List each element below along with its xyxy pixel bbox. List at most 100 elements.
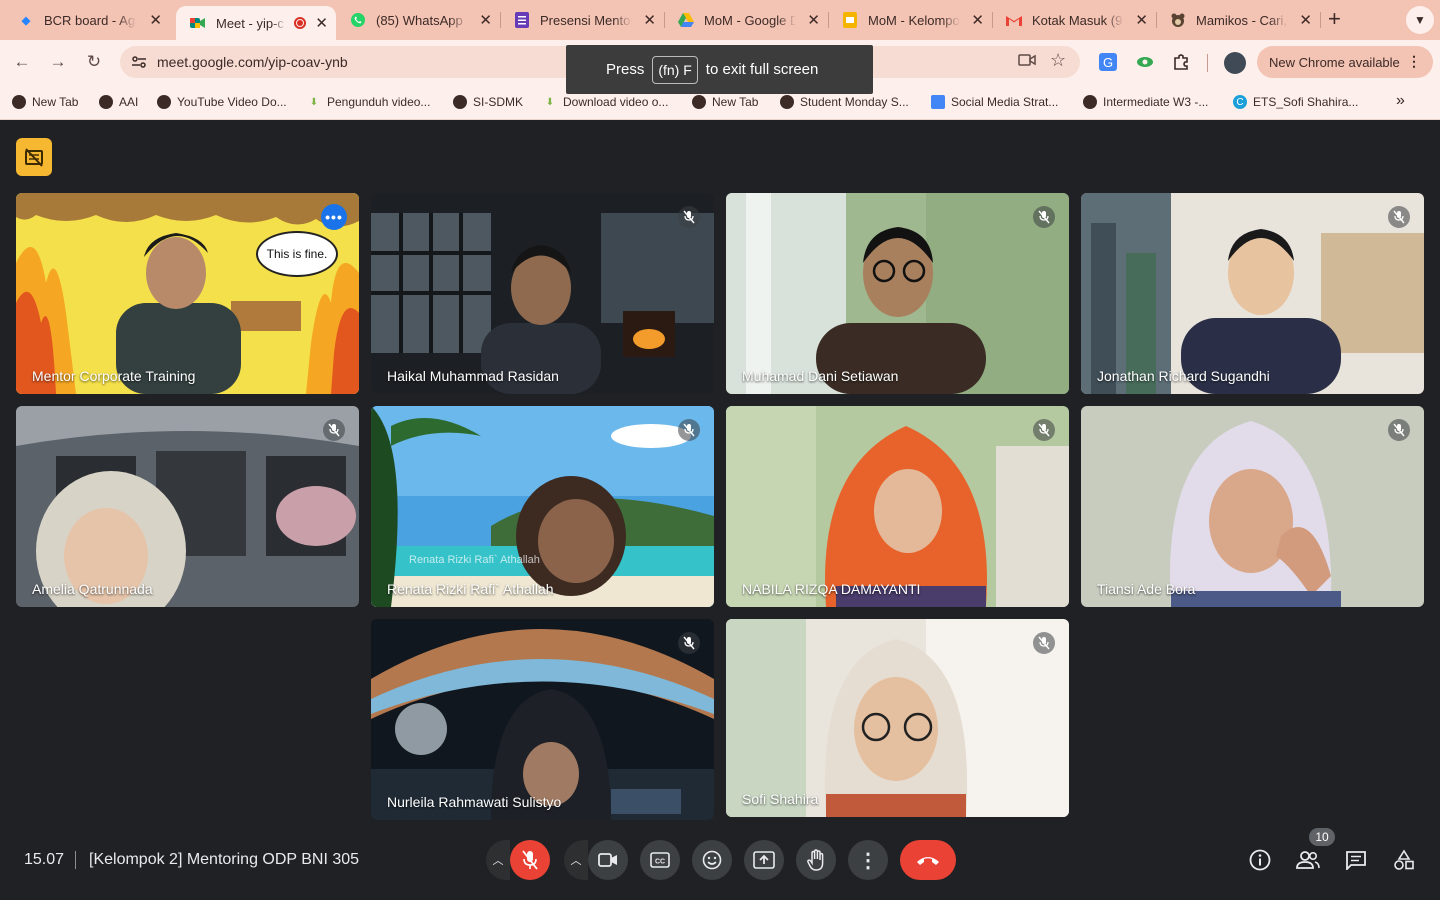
new-tab-button[interactable]: + xyxy=(1328,8,1341,30)
tab-mom-google-drive[interactable]: MoM - Google D ✕ xyxy=(664,6,828,34)
bookmark-item[interactable]: AAI xyxy=(99,93,138,111)
whatsapp-icon xyxy=(350,12,366,28)
close-icon[interactable]: ✕ xyxy=(149,11,162,29)
bookmark-label: Student Monday S... xyxy=(800,95,909,109)
docs-icon xyxy=(931,95,945,109)
google-translate-icon[interactable]: G xyxy=(1099,53,1117,71)
participant-tile[interactable]: This is fine. ••• Mentor Corporate Train… xyxy=(16,193,359,394)
more-options-button[interactable]: ⋮ xyxy=(848,840,888,880)
url-text[interactable]: meet.google.com/yip-coav-ynb xyxy=(157,54,348,70)
present-screen-button[interactable] xyxy=(744,840,784,880)
reactions-button[interactable] xyxy=(692,840,732,880)
camera-in-use-icon[interactable] xyxy=(1018,53,1036,71)
extension-eye-icon[interactable] xyxy=(1136,53,1154,71)
tab-title: Kotak Masuk (9 xyxy=(1032,12,1123,28)
hand-icon xyxy=(807,849,824,871)
tab-search-button[interactable]: ▼ xyxy=(1406,6,1434,34)
bookmark-item[interactable]: SI-SDMK xyxy=(453,93,523,111)
globe-icon xyxy=(12,95,26,109)
participant-tile[interactable]: Renata Rizki Rafi` Athallah Renata Rizki… xyxy=(371,406,714,607)
more-bookmarks-button[interactable]: » xyxy=(1396,92,1405,110)
video-camera-icon xyxy=(598,853,617,867)
camera-off-badge[interactable] xyxy=(16,138,52,176)
bookmark-item[interactable]: Student Monday S... xyxy=(780,93,909,111)
tab-bcr-board[interactable]: ◆ BCR board - Agi ✕ xyxy=(4,6,170,34)
tab-meet[interactable]: Meet - yip-c ✕ xyxy=(176,6,336,40)
reload-button[interactable]: ↻ xyxy=(82,50,106,74)
bookmark-item[interactable]: Intermediate W3 -... xyxy=(1083,93,1208,111)
participant-tile[interactable]: Amelia Qatrunnada xyxy=(16,406,359,607)
mic-off-icon xyxy=(323,419,345,441)
globe-icon xyxy=(157,95,171,109)
bookmark-star-icon[interactable]: ☆ xyxy=(1050,50,1066,71)
bookmark-item[interactable]: C ETS_Sofi Shahira... xyxy=(1233,93,1358,111)
mic-off-icon xyxy=(1033,419,1055,441)
arrow-right-icon: → xyxy=(49,52,67,71)
bookmark-label: Pengunduh video... xyxy=(327,95,431,109)
bookmark-label: New Tab xyxy=(712,95,759,109)
close-icon[interactable]: ✕ xyxy=(807,11,820,29)
tab-presensi-mentor[interactable]: Presensi Mentor ✕ xyxy=(500,6,664,34)
camera-toggle-button[interactable] xyxy=(588,840,628,880)
bookmark-label: AAI xyxy=(119,95,139,109)
bookmark-item[interactable]: ⬇ Download video o... xyxy=(543,93,669,111)
bookmark-label: SI-SDMK xyxy=(473,95,524,109)
activities-button[interactable] xyxy=(1390,846,1418,874)
tab-whatsapp[interactable]: (85) WhatsApp ✕ xyxy=(336,6,500,34)
back-button[interactable]: ← xyxy=(10,50,34,74)
microphone-toggle-button[interactable] xyxy=(510,840,550,880)
end-call-icon xyxy=(917,857,939,865)
google-forms-icon xyxy=(514,12,530,28)
svg-text:CC: CC xyxy=(655,859,665,866)
chat-button[interactable] xyxy=(1342,846,1370,874)
participant-name: Sofi Shahira xyxy=(742,791,819,807)
participant-name: NABILA RIZQA DAMAYANTI xyxy=(742,581,921,597)
mic-off-icon xyxy=(678,419,700,441)
tab-mamikos[interactable]: Mamikos - Cari, ✕ xyxy=(1156,6,1320,34)
people-icon xyxy=(1296,851,1320,869)
google-slides-icon xyxy=(842,12,858,28)
participant-tile[interactable]: Sofi Shahira xyxy=(726,619,1069,817)
participant-tile[interactable]: Tiansi Ade Bora xyxy=(1081,406,1424,607)
close-icon[interactable]: ✕ xyxy=(643,11,656,29)
audio-settings-button[interactable]: ︿ xyxy=(486,840,510,880)
raise-hand-button[interactable] xyxy=(796,840,836,880)
participant-tile[interactable]: Nurleila Rahmawati Sulistyo xyxy=(371,619,714,820)
more-options-icon[interactable]: ••• xyxy=(321,204,347,230)
chrome-update-button[interactable]: New Chrome available ⋮ xyxy=(1257,46,1433,78)
meet-control-bar: 15.07 [Kelompok 2] Mentoring ODP BNI 305… xyxy=(0,828,1440,900)
tab-mom-kelompok[interactable]: MoM - Kelompo ✕ xyxy=(828,6,992,34)
participant-tile[interactable]: Muhamad Dani Setiawan xyxy=(726,193,1069,394)
participant-tile[interactable]: Haikal Muhammad Rasidan xyxy=(371,193,714,394)
close-icon[interactable]: ✕ xyxy=(971,11,984,29)
video-settings-button[interactable]: ︿ xyxy=(564,840,588,880)
extensions-puzzle-icon[interactable] xyxy=(1172,53,1190,71)
bookmark-item[interactable]: YouTube Video Do... xyxy=(157,93,287,111)
gmail-icon xyxy=(1006,12,1022,28)
close-icon[interactable]: ✕ xyxy=(315,14,328,32)
meeting-details-button[interactable] xyxy=(1246,846,1274,874)
close-icon[interactable]: ✕ xyxy=(1299,11,1312,29)
bookmark-item[interactable]: New Tab xyxy=(12,93,78,111)
participant-name: Haikal Muhammad Rasidan xyxy=(387,368,559,384)
people-button[interactable] xyxy=(1294,846,1322,874)
participant-tile[interactable]: Jonathan Richard Sugandhi xyxy=(1081,193,1424,394)
participant-tile[interactable]: NABILA RIZQA DAMAYANTI xyxy=(726,406,1069,607)
forward-button[interactable]: → xyxy=(46,50,70,74)
tab-gmail[interactable]: Kotak Masuk (9 ✕ xyxy=(992,6,1156,34)
participant-name: Renata Rizki Rafi` Athallah xyxy=(387,581,554,597)
more-vert-icon[interactable]: ⋮ xyxy=(1407,53,1421,70)
close-icon[interactable]: ✕ xyxy=(479,11,492,29)
tab-title: MoM - Google D xyxy=(704,12,796,28)
profile-avatar[interactable] xyxy=(1224,52,1246,74)
bookmark-label: Download video o... xyxy=(563,95,669,109)
bookmark-item[interactable]: Social Media Strat... xyxy=(931,93,1058,111)
captions-button[interactable]: CC xyxy=(640,840,680,880)
close-icon[interactable]: ✕ xyxy=(1135,11,1148,29)
bookmark-item[interactable]: New Tab xyxy=(692,93,758,111)
canva-icon: C xyxy=(1233,95,1247,109)
tab-title: Presensi Mentor xyxy=(540,12,632,28)
site-settings-icon[interactable] xyxy=(130,53,148,71)
leave-call-button[interactable] xyxy=(900,840,956,880)
bookmark-item[interactable]: ⬇ Pengunduh video... xyxy=(307,93,431,111)
